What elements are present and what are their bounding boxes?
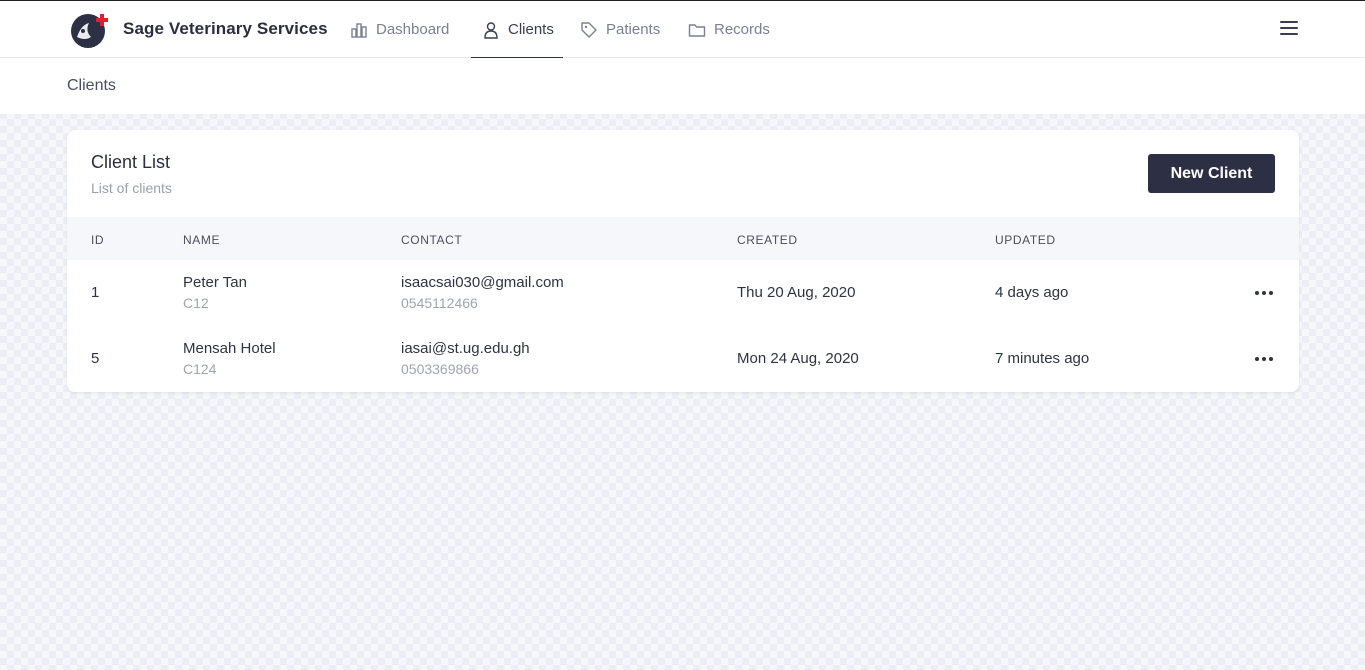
header-updated[interactable]: UPDATED bbox=[995, 233, 1056, 247]
client-created: Thu 20 Aug, 2020 bbox=[737, 284, 856, 301]
client-email: isaacsai030@gmail.com bbox=[401, 274, 564, 291]
table-row[interactable]: 1 Peter Tan C12 isaacsai030@gmail.com 05… bbox=[67, 260, 1299, 326]
nav-dashboard-label: Dashboard bbox=[376, 21, 450, 38]
client-name[interactable]: Mensah Hotel bbox=[183, 340, 276, 357]
table-header: ID NAME CONTACT CREATED UPDATED bbox=[67, 217, 1299, 260]
card-subtitle: List of clients bbox=[91, 180, 172, 196]
nav-records-label: Records bbox=[714, 21, 770, 38]
user-icon bbox=[484, 21, 498, 39]
tag-icon bbox=[581, 21, 597, 38]
brand-logo[interactable] bbox=[69, 11, 111, 49]
nav-clients[interactable]: Clients bbox=[471, 1, 563, 59]
paw-cross-logo-icon bbox=[71, 14, 108, 48]
row-actions-icon[interactable] bbox=[1255, 355, 1275, 363]
header-contact[interactable]: CONTACT bbox=[401, 233, 462, 247]
client-phone: 0545112466 bbox=[401, 295, 478, 311]
top-navbar: Sage Veterinary Services Dashboard Clien… bbox=[0, 0, 1365, 59]
client-updated: 7 minutes ago bbox=[995, 350, 1090, 367]
client-phone: 0503369866 bbox=[401, 361, 479, 377]
client-id: 1 bbox=[91, 284, 100, 301]
breadcrumb: Clients bbox=[67, 77, 116, 94]
client-list-card: Client List List of clients New Client I… bbox=[67, 130, 1299, 392]
client-code: C124 bbox=[183, 361, 217, 377]
breadcrumb-bar: Clients bbox=[0, 58, 1365, 114]
nav-clients-label: Clients bbox=[508, 21, 554, 38]
new-client-button[interactable]: New Client bbox=[1148, 154, 1275, 193]
client-code: C12 bbox=[183, 295, 209, 311]
client-name[interactable]: Peter Tan bbox=[183, 274, 247, 291]
header-created[interactable]: CREATED bbox=[737, 233, 798, 247]
nav-patients[interactable]: Patients bbox=[580, 1, 660, 58]
table-row[interactable]: 5 Mensah Hotel C124 iasai@st.ug.edu.gh 0… bbox=[67, 326, 1299, 392]
header-name[interactable]: NAME bbox=[183, 233, 220, 247]
row-actions-icon[interactable] bbox=[1255, 289, 1275, 297]
client-created: Mon 24 Aug, 2020 bbox=[737, 350, 859, 367]
client-email: iasai@st.ug.edu.gh bbox=[401, 340, 530, 357]
client-updated: 4 days ago bbox=[995, 284, 1069, 301]
card-title: Client List bbox=[91, 152, 171, 172]
bar-chart-icon bbox=[351, 22, 367, 38]
folder-icon bbox=[688, 23, 706, 37]
brand-name[interactable]: Sage Veterinary Services bbox=[123, 19, 328, 39]
client-id: 5 bbox=[91, 350, 100, 367]
header-id[interactable]: ID bbox=[91, 233, 104, 247]
hamburger-menu-icon[interactable] bbox=[1280, 21, 1298, 37]
nav-dashboard[interactable]: Dashboard bbox=[350, 1, 449, 58]
nav-patients-label: Patients bbox=[606, 21, 661, 38]
nav-records[interactable]: Records bbox=[688, 1, 770, 58]
